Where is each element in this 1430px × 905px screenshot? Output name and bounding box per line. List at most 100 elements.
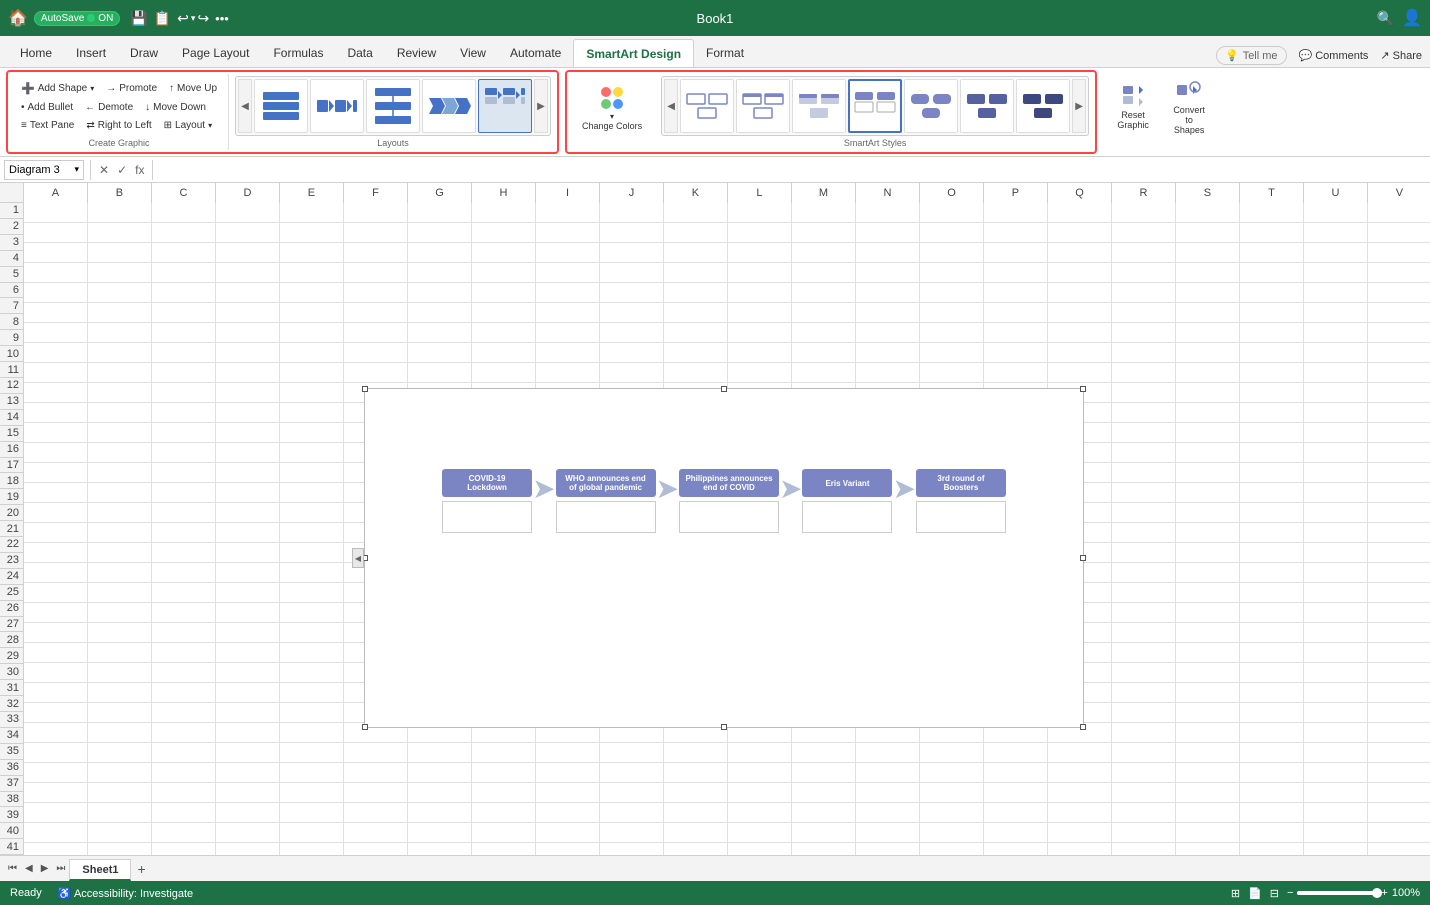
tell-me-input[interactable]: 💡 Tell me	[1216, 46, 1287, 65]
cell-S6[interactable]	[1176, 303, 1240, 323]
cell-M6[interactable]	[792, 303, 856, 323]
cell-C3[interactable]	[152, 243, 216, 263]
cell-A11[interactable]	[24, 403, 88, 423]
cell-R4[interactable]	[1112, 263, 1176, 283]
cell-M28[interactable]	[792, 743, 856, 763]
style-thumb-2[interactable]	[736, 79, 790, 133]
cell-E22[interactable]	[280, 623, 344, 643]
cell-D18[interactable]	[216, 543, 280, 563]
share-button[interactable]: ↗ Share	[1380, 49, 1422, 62]
cell-U31[interactable]	[1304, 803, 1368, 823]
cell-M7[interactable]	[792, 323, 856, 343]
sheet-tab-sheet1[interactable]: Sheet1	[69, 859, 131, 881]
cell-L33[interactable]	[728, 843, 792, 855]
cell-V33[interactable]	[1368, 843, 1430, 855]
zoom-slider-track[interactable]	[1297, 891, 1377, 895]
cell-C16[interactable]	[152, 503, 216, 523]
cell-K31[interactable]	[664, 803, 728, 823]
cell-K2[interactable]	[664, 223, 728, 243]
cell-U1[interactable]	[1304, 203, 1368, 223]
cell-A18[interactable]	[24, 543, 88, 563]
cell-V20[interactable]	[1368, 583, 1430, 603]
cell-U4[interactable]	[1304, 263, 1368, 283]
cell-T25[interactable]	[1240, 683, 1304, 703]
col-header-P[interactable]: P	[984, 183, 1048, 203]
cell-F33[interactable]	[344, 843, 408, 855]
cell-B26[interactable]	[88, 703, 152, 723]
cell-S2[interactable]	[1176, 223, 1240, 243]
cell-B6[interactable]	[88, 303, 152, 323]
cell-T5[interactable]	[1240, 283, 1304, 303]
cell-O33[interactable]	[920, 843, 984, 855]
cell-N29[interactable]	[856, 763, 920, 783]
cell-U17[interactable]	[1304, 523, 1368, 543]
cell-D24[interactable]	[216, 663, 280, 683]
cell-E6[interactable]	[280, 303, 344, 323]
change-colors-dropdown[interactable]: ▾	[610, 112, 614, 121]
tab-review[interactable]: Review	[385, 39, 448, 67]
cell-S11[interactable]	[1176, 403, 1240, 423]
col-header-K[interactable]: K	[664, 183, 728, 203]
tab-smartart-design[interactable]: SmartArt Design	[573, 39, 694, 67]
cell-S4[interactable]	[1176, 263, 1240, 283]
cell-V9[interactable]	[1368, 363, 1430, 383]
cell-R33[interactable]	[1112, 843, 1176, 855]
cell-U32[interactable]	[1304, 823, 1368, 843]
cell-R10[interactable]	[1112, 383, 1176, 403]
cell-T12[interactable]	[1240, 423, 1304, 443]
cell-B17[interactable]	[88, 523, 152, 543]
cell-O8[interactable]	[920, 343, 984, 363]
cell-Q32[interactable]	[1048, 823, 1112, 843]
cell-B2[interactable]	[88, 223, 152, 243]
cell-C19[interactable]	[152, 563, 216, 583]
right-left-button[interactable]: ⇄ Right to Left	[81, 117, 156, 134]
cell-Q1[interactable]	[1048, 203, 1112, 223]
cell-T14[interactable]	[1240, 463, 1304, 483]
cell-R9[interactable]	[1112, 363, 1176, 383]
cell-Q9[interactable]	[1048, 363, 1112, 383]
cell-M8[interactable]	[792, 343, 856, 363]
cell-S5[interactable]	[1176, 283, 1240, 303]
cell-E19[interactable]	[280, 563, 344, 583]
cell-E31[interactable]	[280, 803, 344, 823]
cell-S20[interactable]	[1176, 583, 1240, 603]
cell-F6[interactable]	[344, 303, 408, 323]
cell-T19[interactable]	[1240, 563, 1304, 583]
cell-A14[interactable]	[24, 463, 88, 483]
add-shape-dropdown-icon[interactable]: ▾	[90, 84, 94, 93]
cell-B30[interactable]	[88, 783, 152, 803]
cell-V15[interactable]	[1368, 483, 1430, 503]
cell-B27[interactable]	[88, 723, 152, 743]
cell-P29[interactable]	[984, 763, 1048, 783]
cell-E28[interactable]	[280, 743, 344, 763]
cell-A29[interactable]	[24, 763, 88, 783]
cell-S17[interactable]	[1176, 523, 1240, 543]
layout-button[interactable]: ⊞ Layout ▾	[159, 117, 217, 134]
cell-V31[interactable]	[1368, 803, 1430, 823]
cell-E10[interactable]	[280, 383, 344, 403]
cell-P1[interactable]	[984, 203, 1048, 223]
cell-C14[interactable]	[152, 463, 216, 483]
cell-I1[interactable]	[536, 203, 600, 223]
process-item-5[interactable]: 3rd round of Boosters	[916, 469, 1006, 533]
cell-T28[interactable]	[1240, 743, 1304, 763]
cell-F1[interactable]	[344, 203, 408, 223]
cell-T26[interactable]	[1240, 703, 1304, 723]
cell-B5[interactable]	[88, 283, 152, 303]
cell-E7[interactable]	[280, 323, 344, 343]
cell-A31[interactable]	[24, 803, 88, 823]
cell-K30[interactable]	[664, 783, 728, 803]
cell-T10[interactable]	[1240, 383, 1304, 403]
cell-E33[interactable]	[280, 843, 344, 855]
style-thumb-3[interactable]	[792, 79, 846, 133]
cell-F30[interactable]	[344, 783, 408, 803]
cell-M32[interactable]	[792, 823, 856, 843]
cell-R28[interactable]	[1112, 743, 1176, 763]
cell-N9[interactable]	[856, 363, 920, 383]
cell-K7[interactable]	[664, 323, 728, 343]
cell-B32[interactable]	[88, 823, 152, 843]
cell-C12[interactable]	[152, 423, 216, 443]
cell-C29[interactable]	[152, 763, 216, 783]
cell-D28[interactable]	[216, 743, 280, 763]
cell-L4[interactable]	[728, 263, 792, 283]
